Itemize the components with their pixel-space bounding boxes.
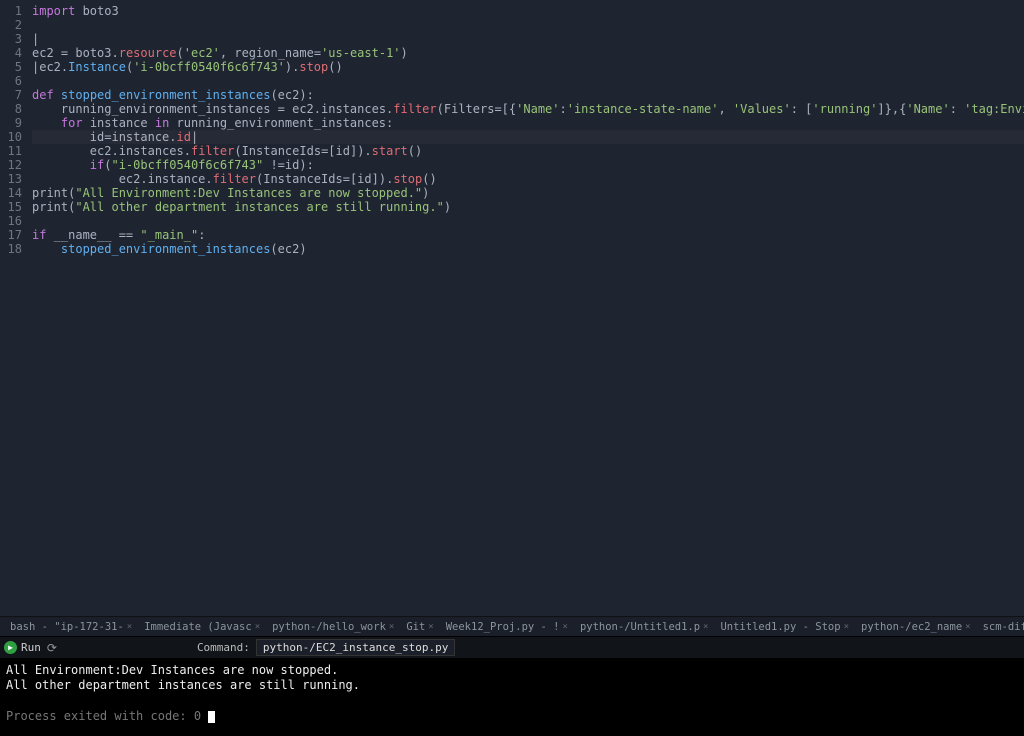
line-number: 6 bbox=[0, 74, 22, 88]
code-editor[interactable]: 123456789101112131415161718 import boto3… bbox=[0, 0, 1024, 616]
code-line[interactable]: for instance in running_environment_inst… bbox=[32, 116, 1024, 130]
line-number: 14 bbox=[0, 186, 22, 200]
tab[interactable]: python-/hello_work× bbox=[266, 617, 400, 636]
tab[interactable]: Immediate (Javasc × bbox=[138, 617, 266, 636]
close-icon[interactable]: × bbox=[703, 622, 708, 632]
tab[interactable]: Git× bbox=[400, 617, 439, 636]
line-number: 9 bbox=[0, 116, 22, 130]
line-number-gutter: 123456789101112131415161718 bbox=[0, 0, 28, 616]
line-number: 1 bbox=[0, 4, 22, 18]
line-number: 11 bbox=[0, 144, 22, 158]
code-line[interactable]: id=instance.id| bbox=[32, 130, 1024, 144]
tab[interactable]: bash - "ip-172-31-× bbox=[4, 617, 138, 636]
code-line[interactable]: if("i-0bcff0540f6c6f743" !=id): bbox=[32, 158, 1024, 172]
line-number: 4 bbox=[0, 46, 22, 60]
console-exit-line: Process exited with code: 0 bbox=[6, 709, 1018, 724]
line-number: 5 bbox=[0, 60, 22, 74]
reload-icon[interactable]: ⟳ bbox=[47, 641, 57, 655]
code-line[interactable]: ec2.instance.filter(InstanceIds=[id]).st… bbox=[32, 172, 1024, 186]
line-number: 13 bbox=[0, 172, 22, 186]
code-line[interactable]: running_environment_instances = ec2.inst… bbox=[32, 102, 1024, 116]
run-bar: ▶ Run ⟳ Command: python-/EC2_instance_st… bbox=[0, 636, 1024, 658]
tab-label: python-/hello_work bbox=[272, 621, 386, 633]
cursor-icon bbox=[208, 711, 215, 723]
code-line[interactable]: stopped_environment_instances(ec2) bbox=[32, 242, 1024, 256]
tab-label: python-/Untitled1.p bbox=[580, 621, 700, 633]
line-number: 3 bbox=[0, 32, 22, 46]
tab[interactable]: python-/ec2_name× bbox=[855, 617, 977, 636]
command-input[interactable]: python-/EC2_instance_stop.py bbox=[256, 639, 455, 656]
tab-label: Untitled1.py - Stop bbox=[720, 621, 840, 633]
tab[interactable]: Week12_Proj.py - !× bbox=[440, 617, 574, 636]
tab[interactable]: python-/Untitled1.p× bbox=[574, 617, 715, 636]
code-line[interactable]: | bbox=[32, 32, 1024, 46]
tab-label: python-/ec2_name bbox=[861, 621, 962, 633]
code-line[interactable]: print("All other department instances ar… bbox=[32, 200, 1024, 214]
line-number: 2 bbox=[0, 18, 22, 32]
tab-label: bash - "ip-172-31- bbox=[10, 621, 124, 633]
line-number: 18 bbox=[0, 242, 22, 256]
console-line: All other department instances are still… bbox=[6, 678, 1018, 693]
line-number: 17 bbox=[0, 228, 22, 242]
code-area[interactable]: import boto3 |ec2 = boto3.resource('ec2',… bbox=[28, 0, 1024, 616]
tab-label: Immediate (Javasc bbox=[144, 621, 251, 633]
line-number: 15 bbox=[0, 200, 22, 214]
code-line[interactable] bbox=[32, 74, 1024, 88]
code-line[interactable]: if __name__ == "_main_": bbox=[32, 228, 1024, 242]
tab[interactable]: Untitled1.py - Stop × bbox=[714, 617, 855, 636]
line-number: 12 bbox=[0, 158, 22, 172]
tab-label: Git bbox=[406, 621, 425, 633]
code-line[interactable]: ec2.instances.filter(InstanceIds=[id]).s… bbox=[32, 144, 1024, 158]
console-output[interactable]: All Environment:Dev Instances are now st… bbox=[0, 658, 1024, 736]
tab-label: Week12_Proj.py - ! bbox=[446, 621, 560, 633]
tab-label: scm-diff-view:/hom bbox=[983, 621, 1024, 633]
code-line[interactable]: |ec2.Instance('i-0bcff0540f6c6f743').sto… bbox=[32, 60, 1024, 74]
tab-bar[interactable]: bash - "ip-172-31-×Immediate (Javasc×pyt… bbox=[0, 616, 1024, 636]
line-number: 10 bbox=[0, 130, 22, 144]
code-line[interactable]: ec2 = boto3.resource('ec2', region_name=… bbox=[32, 46, 1024, 60]
close-icon[interactable]: × bbox=[389, 622, 394, 632]
line-number: 7 bbox=[0, 88, 22, 102]
code-line[interactable]: def stopped_environment_instances(ec2): bbox=[32, 88, 1024, 102]
run-icon[interactable]: ▶ bbox=[4, 641, 17, 654]
close-icon[interactable]: × bbox=[844, 622, 849, 632]
close-icon[interactable]: × bbox=[255, 622, 260, 632]
close-icon[interactable]: × bbox=[127, 622, 132, 632]
code-line[interactable] bbox=[32, 214, 1024, 228]
run-label[interactable]: Run bbox=[21, 641, 41, 654]
line-number: 8 bbox=[0, 102, 22, 116]
line-number: 16 bbox=[0, 214, 22, 228]
code-line[interactable]: print("All Environment:Dev Instances are… bbox=[32, 186, 1024, 200]
close-icon[interactable]: × bbox=[428, 622, 433, 632]
tab[interactable]: scm-diff-view:/hom× bbox=[977, 617, 1024, 636]
code-line[interactable]: import boto3 bbox=[32, 4, 1024, 18]
code-line[interactable] bbox=[32, 18, 1024, 32]
close-icon[interactable]: × bbox=[965, 622, 970, 632]
console-line: All Environment:Dev Instances are now st… bbox=[6, 663, 1018, 678]
command-label: Command: bbox=[197, 641, 250, 654]
close-icon[interactable]: × bbox=[563, 622, 568, 632]
